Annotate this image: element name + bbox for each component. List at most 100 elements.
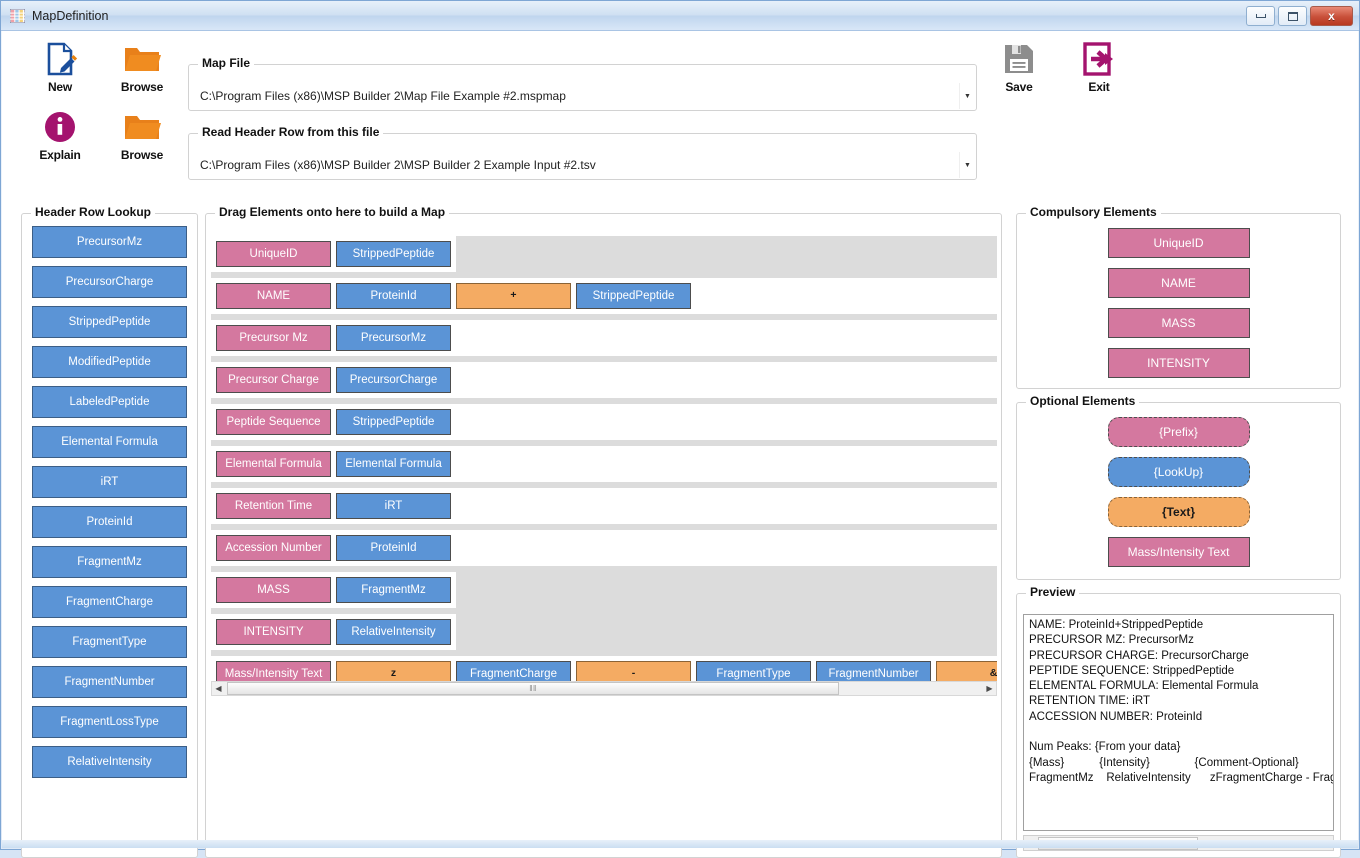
preview-line: ELEMENTAL FORMULA: Elemental Formula (1029, 680, 1259, 693)
optional-chip[interactable]: Mass/Intensity Text (1107, 537, 1250, 567)
map-chip[interactable]: StrippedPeptide (336, 241, 451, 267)
map-row[interactable]: Precursor Mz PrecursorMz (211, 320, 997, 356)
map-row[interactable]: Precursor Charge PrecursorCharge (211, 362, 997, 398)
map-chip[interactable]: Elemental Formula (216, 451, 331, 477)
lookup-chip[interactable]: PrecursorMz (32, 226, 187, 258)
optional-chip[interactable]: {Text} (1107, 497, 1250, 527)
map-row[interactable]: UniqueID StrippedPeptide (211, 236, 456, 272)
save-button[interactable]: Save (987, 39, 1051, 94)
map-chip[interactable]: Peptide Sequence (216, 409, 331, 435)
map-chip[interactable]: Accession Number (216, 535, 331, 561)
map-chip[interactable]: FragmentCharge (456, 661, 571, 681)
explain-button[interactable]: Explain (28, 107, 92, 162)
preview-line: PRECURSOR MZ: PrecursorMz (1029, 634, 1194, 647)
map-chip[interactable]: PrecursorMz (336, 325, 451, 351)
preview-line: RETENTION TIME: iRT (1029, 695, 1150, 708)
lookup-chip[interactable]: StrippedPeptide (32, 306, 187, 338)
compulsory-chip[interactable]: UniqueID (1107, 228, 1250, 258)
map-row[interactable]: Peptide Sequence StrippedPeptide (211, 404, 997, 440)
map-chip[interactable]: StrippedPeptide (576, 283, 691, 309)
scroll-left-icon[interactable]: ◀ (212, 684, 225, 693)
map-chip[interactable]: Mass/Intensity Text (216, 661, 331, 681)
client-area: New Browse Explain Browse Save Exit Map … (2, 31, 1358, 858)
chevron-down-icon[interactable]: ▼ (959, 83, 975, 109)
map-chip[interactable]: ProteinId (336, 535, 451, 561)
map-row[interactable]: NAME ProteinId + StrippedPeptide (211, 278, 997, 314)
lookup-chip[interactable]: ProteinId (32, 506, 187, 538)
map-scroll-thumb[interactable]: ‖‖ (227, 682, 839, 695)
maximize-button[interactable] (1278, 6, 1307, 26)
header-file-combobox[interactable]: C:\Program Files (x86)\MSP Builder 2\MSP… (190, 152, 975, 178)
preview-panel: Preview NAME: ProteinId+StrippedPeptide P… (1016, 585, 1341, 858)
preview-line: Num Peaks: {From your data} (1029, 741, 1181, 754)
scroll-right-icon[interactable]: ▶ (983, 684, 996, 693)
optional-caption: Optional Elements (1026, 394, 1140, 408)
map-chip[interactable]: StrippedPeptide (336, 409, 451, 435)
map-row[interactable]: Mass/Intensity Text z FragmentCharge - Fragm… (211, 656, 997, 681)
map-chip[interactable]: z (336, 661, 451, 681)
lookup-chip[interactable]: PrecursorCharge (32, 266, 187, 298)
browse-header-button[interactable]: Browse (110, 107, 174, 162)
map-chip[interactable]: Retention Time (216, 493, 331, 519)
map-row[interactable]: Retention Time iRT (211, 488, 997, 524)
lookup-chip[interactable]: FragmentMz (32, 546, 187, 578)
optional-chip[interactable]: {Prefix} (1107, 417, 1250, 447)
map-chip[interactable]: Elemental Formula (336, 451, 451, 477)
map-chip[interactable]: FragmentType (696, 661, 811, 681)
map-drop-canvas[interactable]: UniqueID StrippedPeptide NAME ProteinId + Str… (211, 236, 997, 681)
preview-text-area[interactable]: NAME: ProteinId+StrippedPeptide PRECURSOR… (1023, 614, 1334, 831)
compulsory-chip[interactable]: MASS (1107, 308, 1250, 338)
exit-button[interactable]: Exit (1067, 39, 1131, 94)
lookup-chip[interactable]: RelativeIntensity (32, 746, 187, 778)
minimize-button[interactable] (1246, 6, 1275, 26)
lookup-chip[interactable]: Elemental Formula (32, 426, 187, 458)
lookup-chip[interactable]: FragmentType (32, 626, 187, 658)
preview-line: PEPTIDE SEQUENCE: StrippedPeptide (1029, 664, 1235, 677)
map-chip[interactable]: FragmentMz (336, 577, 451, 603)
chevron-down-icon[interactable]: ▼ (959, 152, 975, 178)
lookup-chip[interactable]: LabeledPeptide (32, 386, 187, 418)
map-chip[interactable]: FragmentNumber (816, 661, 931, 681)
map-chip[interactable]: UniqueID (216, 241, 331, 267)
map-scroll-track[interactable]: ‖‖ (225, 682, 983, 695)
map-file-combobox[interactable]: C:\Program Files (x86)\MSP Builder 2\Map… (190, 83, 975, 109)
map-chip[interactable]: + (456, 283, 571, 309)
window-controls: x (1246, 6, 1353, 26)
map-chip[interactable]: Precursor Charge (216, 367, 331, 393)
map-file-value: C:\Program Files (x86)\MSP Builder 2\Map… (200, 89, 566, 103)
floppy-disk-icon (987, 39, 1051, 79)
browse-header-label: Browse (120, 148, 164, 162)
lookup-chip[interactable]: FragmentCharge (32, 586, 187, 618)
map-row[interactable]: Accession Number ProteinId (211, 530, 997, 566)
map-chip[interactable]: INTENSITY (216, 619, 331, 645)
map-chip[interactable]: & (936, 661, 997, 681)
map-row[interactable]: Elemental Formula Elemental Formula (211, 446, 997, 482)
compulsory-chip[interactable]: INTENSITY (1107, 348, 1250, 378)
map-chip[interactable]: ProteinId (336, 283, 451, 309)
header-row-lookup-panel: Header Row Lookup PrecursorMz PrecursorCh… (21, 205, 198, 858)
compulsory-chip[interactable]: NAME (1107, 268, 1250, 298)
compulsory-elements-list: UniqueID NAME MASS INTENSITY (1017, 228, 1340, 388)
map-chip[interactable]: Precursor Mz (216, 325, 331, 351)
map-chip[interactable]: MASS (216, 577, 331, 603)
optional-elements-list: {Prefix} {LookUp} {Text} Mass/Intensity Tex… (1017, 417, 1340, 577)
browse-map-button[interactable]: Browse (110, 39, 174, 94)
preview-line: NAME: ProteinId+StrippedPeptide (1029, 619, 1204, 631)
map-chip[interactable]: - (576, 661, 691, 681)
lookup-chip[interactable]: ModifiedPeptide (32, 346, 187, 378)
map-row[interactable]: INTENSITY RelativeIntensity (211, 614, 456, 650)
lookup-chip[interactable]: FragmentLossType (32, 706, 187, 738)
new-button[interactable]: New (28, 39, 92, 94)
map-chip[interactable]: iRT (336, 493, 451, 519)
map-chip[interactable]: PrecursorCharge (336, 367, 451, 393)
map-row[interactable]: MASS FragmentMz (211, 572, 456, 608)
map-chip[interactable]: RelativeIntensity (336, 619, 451, 645)
folder-open-icon (110, 39, 174, 79)
close-button[interactable]: x (1310, 6, 1353, 26)
preview-caption: Preview (1026, 585, 1080, 599)
lookup-chip[interactable]: iRT (32, 466, 187, 498)
lookup-chip[interactable]: FragmentNumber (32, 666, 187, 698)
optional-chip[interactable]: {LookUp} (1107, 457, 1250, 487)
map-chip[interactable]: NAME (216, 283, 331, 309)
map-horizontal-scrollbar[interactable]: ◀ ‖‖ ▶ (211, 681, 997, 696)
